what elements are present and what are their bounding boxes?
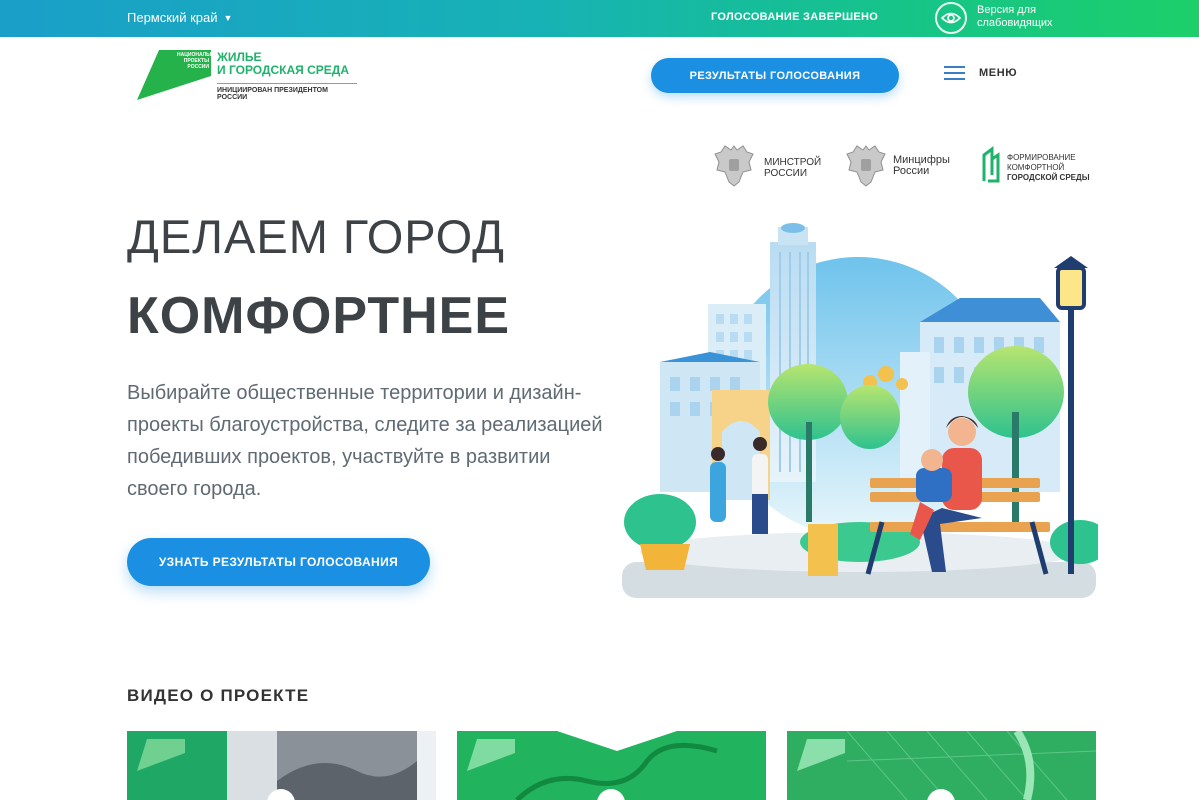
video-thumbnail-1 — [127, 731, 436, 800]
national-project-logo[interactable]: НАЦИОНАЛЬНЫЕ ПРОЕКТЫ РОССИИ ЖИЛЬЕ И ГОРО… — [137, 50, 367, 102]
video-card-2[interactable] — [457, 731, 766, 800]
video-thumbnail-2 — [457, 731, 766, 800]
hamburger-icon — [944, 66, 965, 80]
partner-comfort-line3: ГОРОДСКОЙ СРЕДЫ — [1007, 173, 1090, 182]
hero-title-line1: ДЕЛАЕМ ГОРОД — [127, 210, 505, 263]
menu-label: МЕНЮ — [979, 67, 1018, 79]
partner-comfort-line1: ФОРМИРОВАНИЕ — [1007, 153, 1076, 162]
vote-status: ГОЛОСОВАНИЕ ЗАВЕРШЕНО — [711, 11, 879, 23]
comfort-city-logo-icon — [982, 146, 1000, 183]
hero-title-line2: КОМФОРТНЕЕ — [127, 287, 511, 345]
video-card-1[interactable] — [127, 731, 436, 800]
logo-title-line2: И ГОРОДСКАЯ СРЕДА — [217, 63, 350, 77]
learn-voting-results-button[interactable]: УЗНАТЬ РЕЗУЛЬТАТЫ ГОЛОСОВАНИЯ — [127, 538, 430, 586]
menu-button[interactable]: МЕНЮ — [944, 66, 1017, 80]
logo-title: ЖИЛЬЕ И ГОРОДСКАЯ СРЕДА — [217, 51, 349, 77]
coat-of-arms-icon — [714, 145, 754, 187]
logo-subtitle: ИНИЦИИРОВАН ПРЕЗИДЕНТОМ РОССИИ — [217, 83, 357, 101]
video-thumbnail-3 — [787, 731, 1096, 800]
city-park-illustration — [622, 223, 1098, 598]
vision-version-link[interactable]: Версия для слабовидящих — [977, 4, 1077, 30]
top-bar: Пермский край ▼ ГОЛОСОВАНИЕ ЗАВЕРШЕНО Ве… — [0, 0, 1199, 37]
partner-minstroy-label: МИНСТРОЙ РОССИИ — [764, 157, 834, 179]
partner-minstroy-line1: МИНСТРОЙ — [764, 157, 822, 168]
logo-mark-text: НАЦИОНАЛЬНЫЕ ПРОЕКТЫ РОССИИ — [177, 52, 222, 70]
voting-results-button[interactable]: РЕЗУЛЬТАТЫ ГОЛОСОВАНИЯ — [651, 58, 899, 93]
region-selector[interactable]: Пермский край ▼ — [127, 10, 232, 25]
partner-mintsifry-line2: России — [893, 165, 930, 177]
partner-mintsifry-label: Минцифры России — [893, 155, 963, 177]
region-label: Пермский край — [127, 10, 218, 25]
video-card-3[interactable] — [787, 731, 1096, 800]
video-section-title: ВИДЕО О ПРОЕКТЕ — [127, 686, 310, 705]
partner-comfort-label: ФОРМИРОВАНИЕ КОМФОРТНОЙ ГОРОДСКОЙ СРЕДЫ — [1007, 153, 1107, 183]
hero-description: Выбирайте общественные территории и диза… — [127, 382, 603, 500]
partner-comfort-line2: КОМФОРТНОЙ — [1007, 163, 1065, 172]
eye-icon[interactable] — [935, 2, 967, 34]
partner-minstroy-line2: РОССИИ — [764, 168, 808, 179]
coat-of-arms-icon — [846, 145, 886, 187]
caret-down-icon: ▼ — [223, 13, 233, 23]
